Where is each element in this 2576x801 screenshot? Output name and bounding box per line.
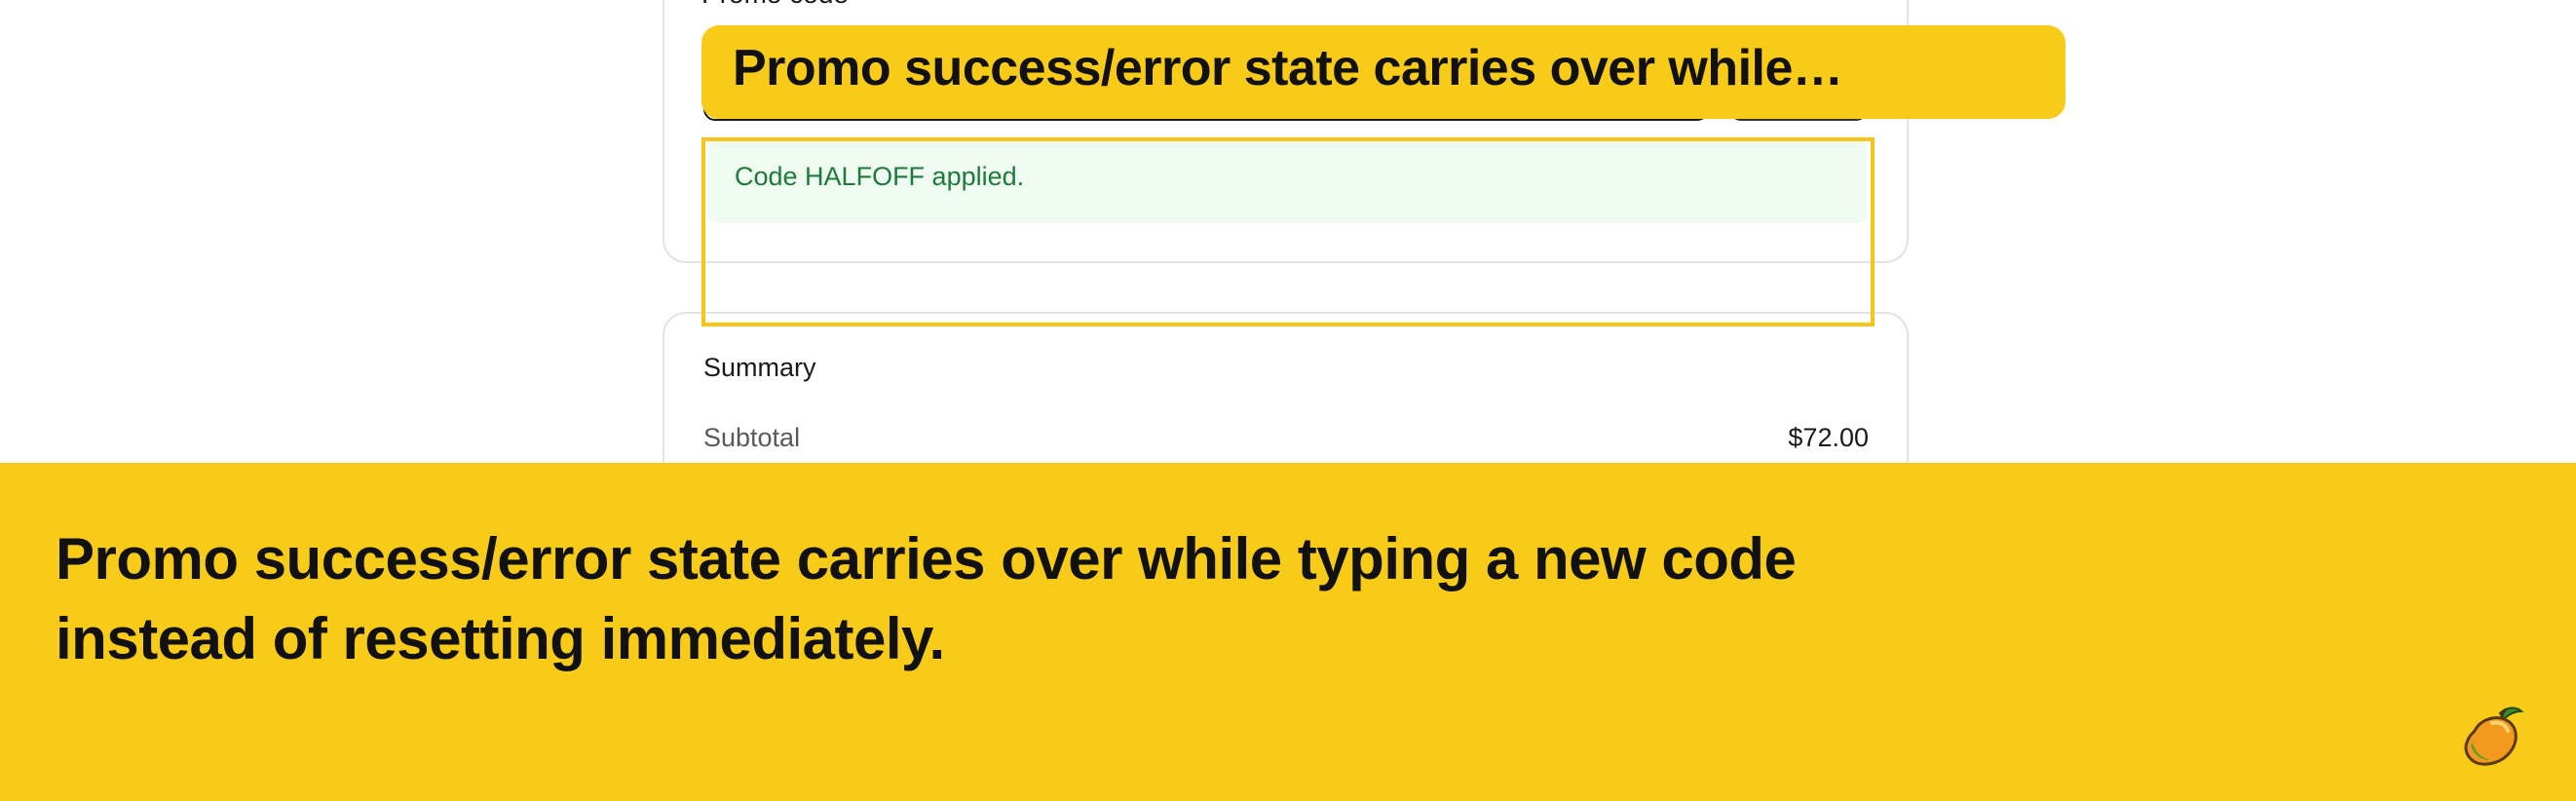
summary-title: Summary bbox=[703, 353, 816, 382]
screen: Promo code Code HALFOFF applied. Summary… bbox=[0, 0, 2576, 801]
subtotal-value: $72.00 bbox=[1788, 423, 1869, 452]
annotation-highlight bbox=[701, 137, 1875, 326]
annotation-callout: Promo success/error state carries over w… bbox=[701, 25, 2065, 119]
promo-label: Promo code bbox=[701, 0, 849, 10]
subtotal-label: Subtotal bbox=[703, 423, 801, 452]
banner-text: Promo success/error state carries over w… bbox=[56, 526, 1797, 671]
mango-icon bbox=[2464, 706, 2524, 766]
annotation-banner: Promo success/error state carries over w… bbox=[0, 463, 2576, 801]
